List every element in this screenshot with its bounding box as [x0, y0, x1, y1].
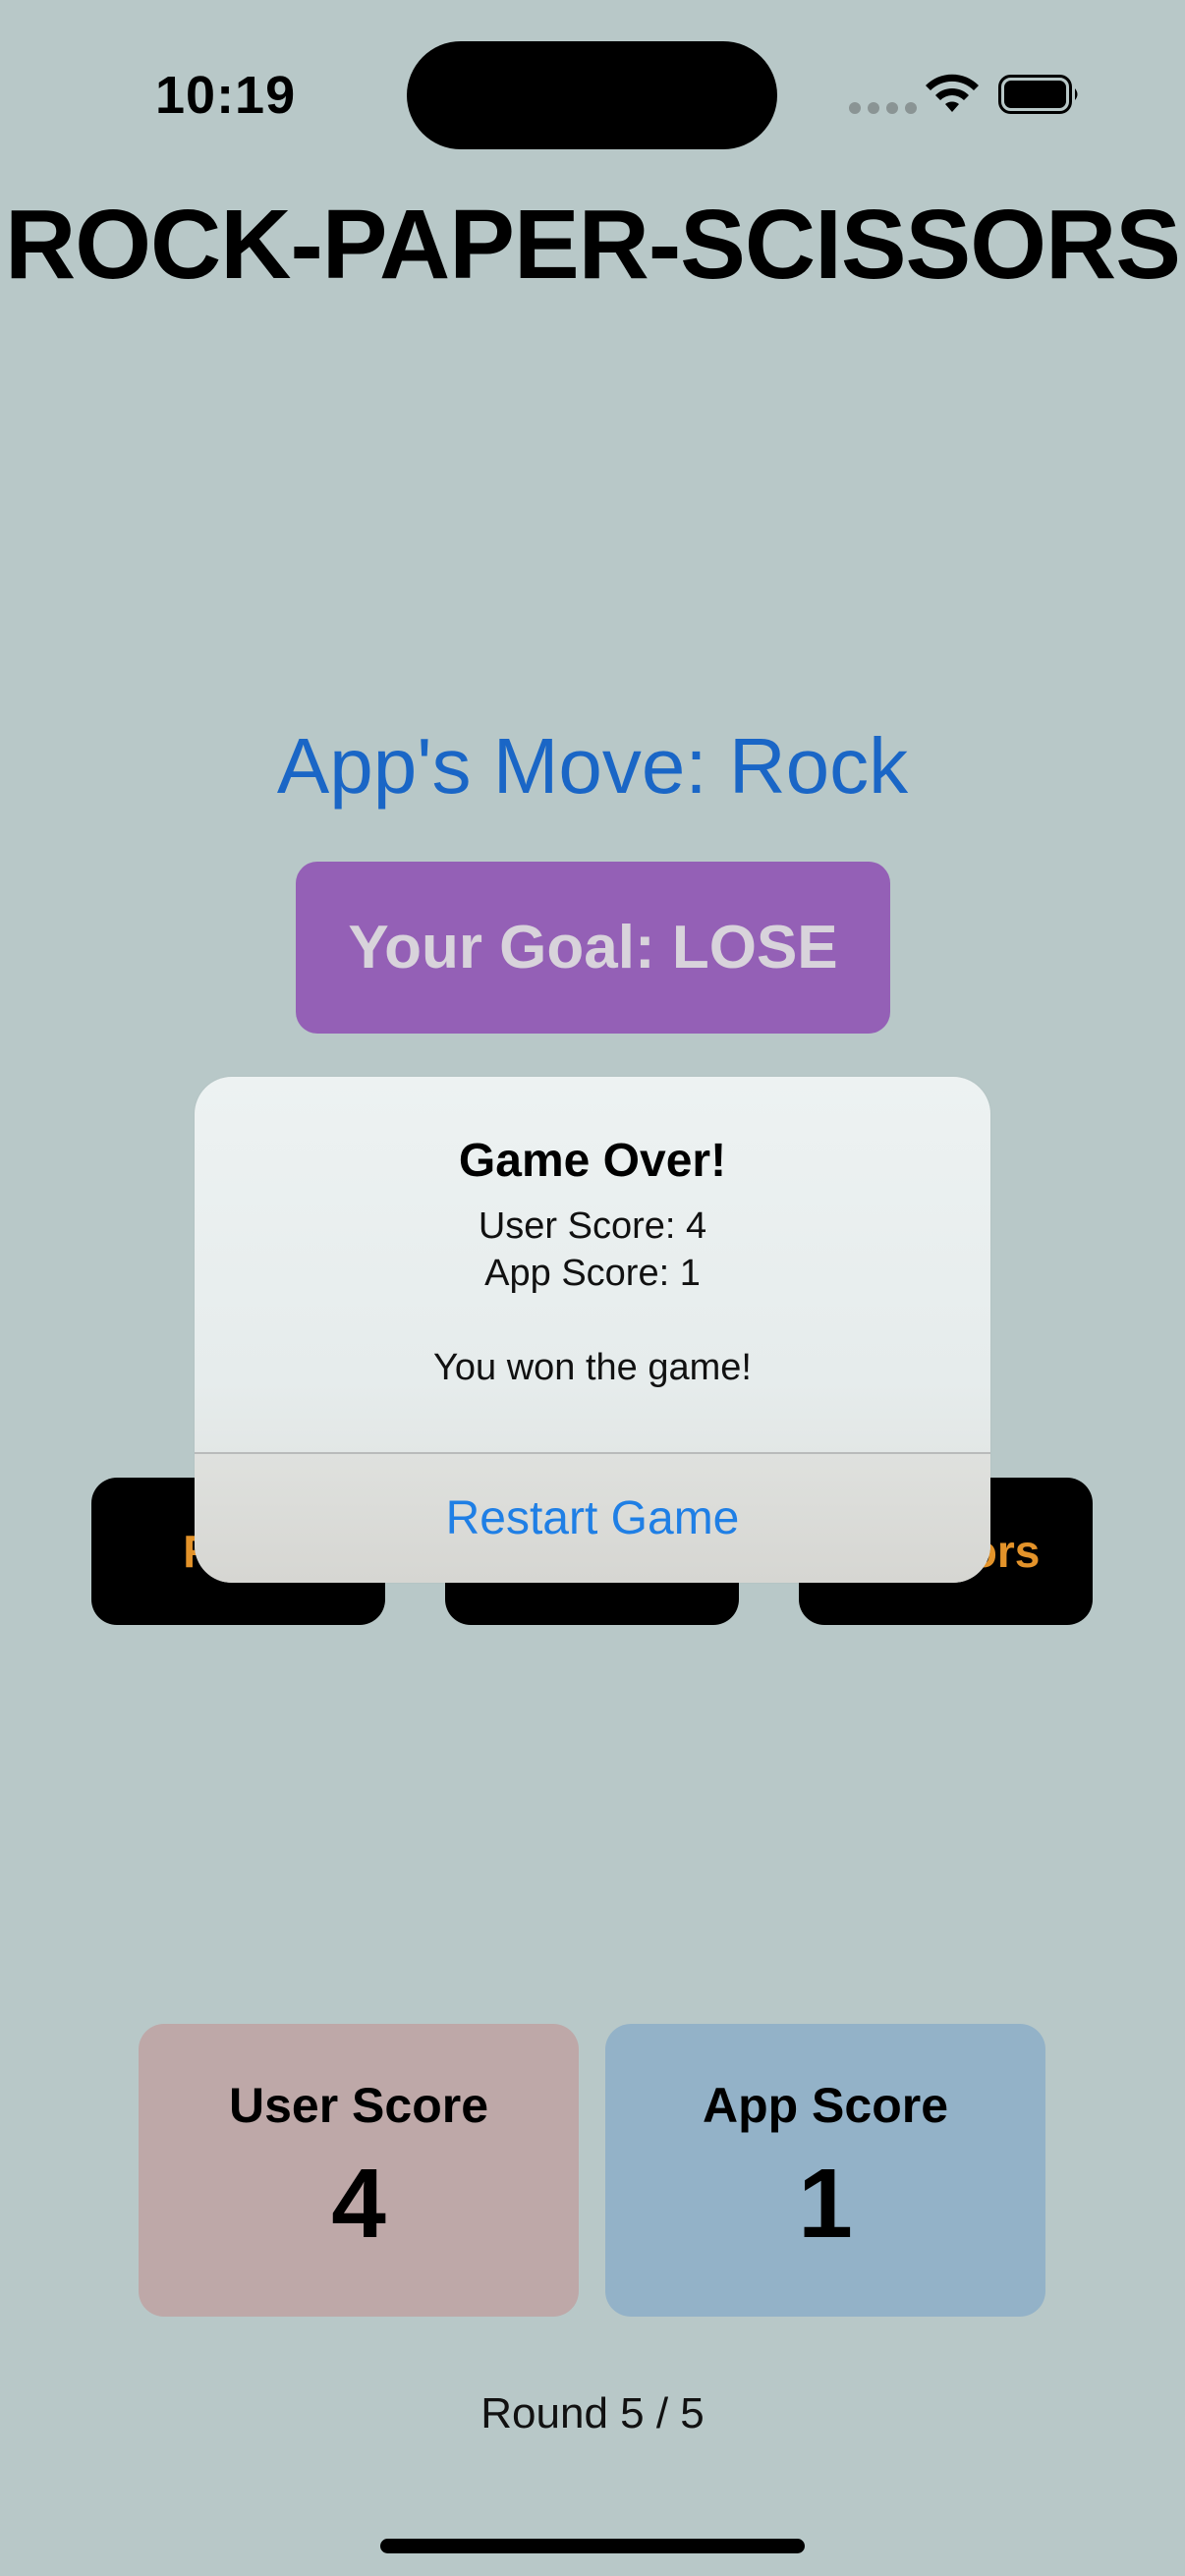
user-score-label: User Score [228, 2078, 489, 2133]
dynamic-island [407, 41, 777, 149]
round-indicator: Round 5 / 5 [480, 2389, 705, 2437]
home-indicator[interactable] [380, 2539, 805, 2553]
page-title: ROCK-PAPER-SCISSORS [5, 190, 1181, 300]
user-score-card: User Score 4 [139, 2024, 579, 2317]
app-score-value: 1 [798, 2149, 853, 2259]
restart-game-button[interactable]: Restart Game [195, 1454, 990, 1583]
game-over-alert: Game Over! User Score: 4 App Score: 1 Yo… [195, 1077, 990, 1583]
alert-app-score: App Score: 1 [484, 1253, 701, 1294]
alert-message: User Score: 4 App Score: 1 You won the g… [195, 1203, 990, 1391]
alert-title: Game Over! [458, 1135, 727, 1187]
user-score-value: 4 [331, 2149, 386, 2259]
alert-result: You won the game! [433, 1347, 752, 1388]
app-score-label: App Score [702, 2078, 949, 2133]
battery-icon [998, 75, 1078, 114]
app-score-card: App Score 1 [605, 2024, 1045, 2317]
alert-user-score: User Score: 4 [478, 1205, 707, 1247]
wifi-icon [926, 74, 979, 112]
status-time: 10:19 [155, 66, 297, 125]
goal-badge: Your Goal: LOSE [296, 862, 890, 1034]
alert-spacer [195, 1297, 990, 1344]
cellular-signal-icon [849, 102, 917, 114]
apps-move-text: App's Move: Rock [276, 722, 909, 810]
